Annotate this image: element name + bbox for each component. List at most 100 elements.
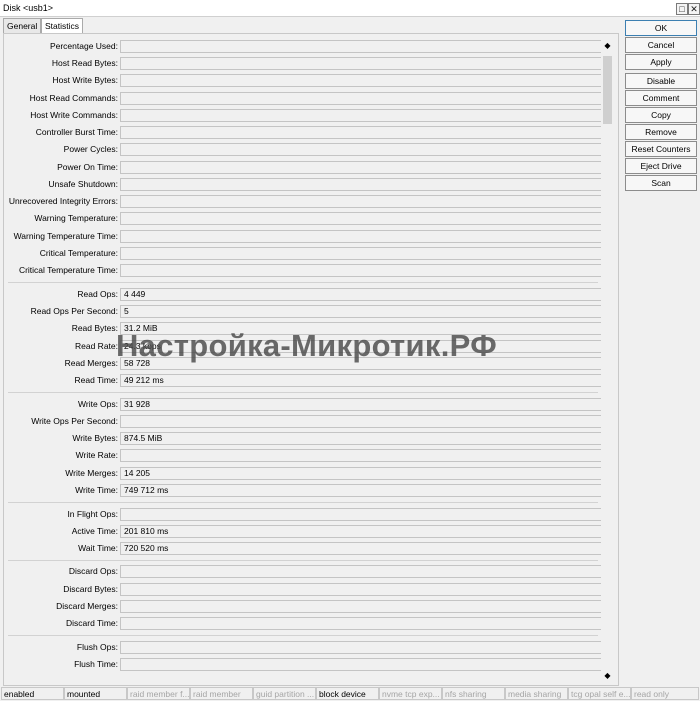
read-ops-per-second-field[interactable]: 5	[120, 305, 603, 318]
wait-time-field[interactable]: 720 520 ms	[120, 542, 603, 555]
wait-time-label: Wait Time:	[78, 543, 118, 553]
status-guid-partition: guid partition ...	[253, 687, 316, 700]
host-read-bytes-field[interactable]	[120, 57, 603, 70]
scroll-up-icon[interactable]: ◆	[601, 40, 614, 51]
status-raid-member-failed: raid member f...	[127, 687, 190, 700]
write-bytes-field[interactable]: 874.5 MiB	[120, 432, 603, 445]
power-on-time-field[interactable]	[120, 161, 603, 174]
write-merges-label: Write Merges:	[65, 468, 118, 478]
statistics-panel: Percentage Used: Host Read Bytes: Host W…	[3, 33, 619, 686]
read-ops-label: Read Ops:	[77, 289, 118, 299]
controller-burst-time-field[interactable]	[120, 126, 603, 139]
disable-button[interactable]: Disable	[625, 73, 697, 89]
in-flight-ops-field[interactable]	[120, 508, 603, 521]
comment-button[interactable]: Comment	[625, 90, 697, 106]
scrollbar-thumb[interactable]	[603, 56, 612, 124]
write-merges-field[interactable]: 14 205	[120, 467, 603, 480]
maximize-icon[interactable]: □	[676, 3, 688, 15]
discard-time-field[interactable]	[120, 617, 603, 630]
read-rate-label: Read Rate:	[75, 341, 118, 351]
host-read-commands-field[interactable]	[120, 92, 603, 105]
power-on-time-label: Power On Time:	[57, 162, 118, 172]
tab-general[interactable]: General	[3, 18, 42, 34]
unrecovered-integrity-errors-field[interactable]	[120, 195, 603, 208]
discard-ops-field[interactable]	[120, 565, 603, 578]
power-cycles-field[interactable]	[120, 143, 603, 156]
close-icon[interactable]: ✕	[688, 3, 700, 15]
power-cycles-label: Power Cycles:	[63, 144, 118, 154]
critical-temperature-field[interactable]	[120, 247, 603, 260]
host-write-commands-label: Host Write Commands:	[30, 110, 118, 120]
status-nfs-sharing: nfs sharing	[442, 687, 505, 700]
scroll-down-icon[interactable]: ◆	[601, 670, 614, 681]
status-enabled: enabled	[1, 687, 64, 700]
flush-time-field[interactable]	[120, 658, 603, 671]
scan-button[interactable]: Scan	[625, 175, 697, 191]
status-mounted: mounted	[64, 687, 127, 700]
status-tcg-opal-self-encryption: tcg opal self e...	[568, 687, 631, 700]
host-write-bytes-label: Host Write Bytes:	[52, 75, 119, 85]
tab-statistics[interactable]: Statistics	[41, 18, 84, 34]
read-rate-field[interactable]: 24.3 kbps	[120, 340, 603, 353]
read-bytes-label: Read Bytes:	[71, 323, 118, 333]
apply-button[interactable]: Apply	[625, 54, 697, 70]
discard-bytes-field[interactable]	[120, 583, 603, 596]
host-read-commands-label: Host Read Commands:	[29, 93, 118, 103]
read-merges-field[interactable]: 58 728	[120, 357, 603, 370]
section-divider	[8, 635, 598, 636]
section-divider	[8, 282, 598, 283]
status-block-device: block device	[316, 687, 379, 700]
copy-button[interactable]: Copy	[625, 107, 697, 123]
warning-temperature-field[interactable]	[120, 212, 603, 225]
in-flight-ops-label: In Flight Ops:	[67, 509, 118, 519]
read-time-field[interactable]: 49 212 ms	[120, 374, 603, 387]
discard-merges-field[interactable]	[120, 600, 603, 613]
host-write-commands-field[interactable]	[120, 109, 603, 122]
warning-temperature-time-field[interactable]	[120, 230, 603, 243]
write-ops-per-second-field[interactable]	[120, 415, 603, 428]
flush-ops-field[interactable]	[120, 641, 603, 654]
reset-counters-button[interactable]: Reset Counters	[625, 141, 697, 157]
status-bar: enabled mounted raid member f... raid me…	[0, 686, 700, 701]
write-bytes-label: Write Bytes:	[72, 433, 118, 443]
active-time-label: Active Time:	[71, 526, 118, 536]
discard-merges-label: Discard Merges:	[56, 601, 118, 611]
host-read-bytes-label: Host Read Bytes:	[51, 58, 118, 68]
status-read-only: read only	[631, 687, 699, 700]
percentage-used-field[interactable]	[120, 40, 603, 53]
section-divider	[8, 560, 598, 561]
write-rate-field[interactable]	[120, 449, 603, 462]
write-ops-field[interactable]: 31 928	[120, 398, 603, 411]
section-divider	[8, 502, 598, 503]
discard-bytes-label: Discard Bytes:	[63, 584, 118, 594]
host-write-bytes-field[interactable]	[120, 74, 603, 87]
read-merges-label: Read Merges:	[64, 358, 118, 368]
section-divider	[8, 392, 598, 393]
vertical-scrollbar[interactable]: ◆ ◆	[601, 40, 614, 684]
controller-burst-time-label: Controller Burst Time:	[35, 127, 118, 137]
flush-ops-label: Flush Ops:	[76, 642, 118, 652]
active-time-field[interactable]: 201 810 ms	[120, 525, 603, 538]
cancel-button[interactable]: Cancel	[625, 37, 697, 53]
read-bytes-field[interactable]: 31.2 MiB	[120, 322, 603, 335]
status-nvme-tcp-export: nvme tcp exp...	[379, 687, 442, 700]
unsafe-shutdown-field[interactable]	[120, 178, 603, 191]
write-time-field[interactable]: 749 712 ms	[120, 484, 603, 497]
write-ops-per-second-label: Write Ops Per Second:	[31, 416, 118, 426]
eject-drive-button[interactable]: Eject Drive	[625, 158, 697, 174]
status-media-sharing: media sharing	[505, 687, 568, 700]
window-title: Disk <usb1>	[3, 3, 54, 13]
warning-temperature-label: Warning Temperature:	[34, 213, 118, 223]
critical-temperature-label: Critical Temperature:	[39, 248, 118, 258]
critical-temperature-time-label: Critical Temperature Time:	[18, 265, 118, 275]
read-ops-field[interactable]: 4 449	[120, 288, 603, 301]
ok-button[interactable]: OK	[625, 20, 697, 36]
unrecovered-integrity-errors-label: Unrecovered Integrity Errors:	[8, 196, 118, 206]
warning-temperature-time-label: Warning Temperature Time:	[13, 231, 118, 241]
discard-time-label: Discard Time:	[66, 618, 118, 628]
remove-button[interactable]: Remove	[625, 124, 697, 140]
critical-temperature-time-field[interactable]	[120, 264, 603, 277]
status-raid-member: raid member	[190, 687, 253, 700]
write-rate-label: Write Rate:	[75, 450, 118, 460]
write-time-label: Write Time:	[75, 485, 118, 495]
